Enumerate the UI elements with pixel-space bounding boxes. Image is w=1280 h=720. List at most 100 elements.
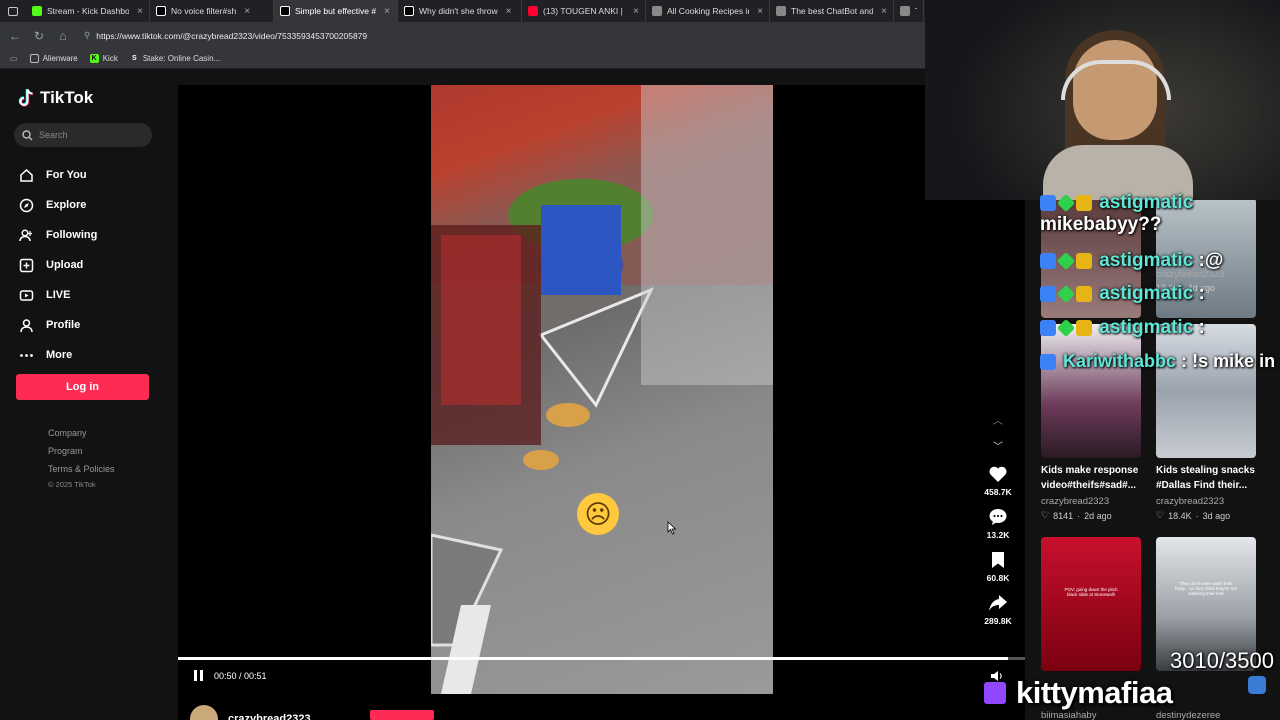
browser-tab[interactable]: Simple but effective # × (274, 0, 398, 22)
crown-badge-icon (1076, 319, 1092, 336)
tab-favicon-icon (280, 6, 290, 16)
site-info-icon[interactable]: ⚲ (84, 30, 90, 41)
related-title[interactable]: Kids make response video#theifs#sad#... (1041, 463, 1151, 493)
sidebar-item-profile[interactable]: Profile (18, 310, 97, 340)
next-video-icon[interactable]: ﹀ (991, 438, 1005, 453)
related-user[interactable]: biimasiahaby (1041, 710, 1096, 720)
login-button[interactable]: Log in (16, 374, 149, 400)
crown-badge-icon (1076, 194, 1092, 211)
share-count: 289.8K (984, 616, 1012, 626)
related-thumb-kids-snacks[interactable] (1156, 324, 1256, 458)
home-button-icon[interactable]: ⌂ (56, 29, 70, 43)
close-tab-icon[interactable]: × (633, 6, 639, 17)
previous-video-icon[interactable]: ︿ (991, 412, 1005, 427)
url-field[interactable]: ⚲ https://www.tiktok.com/@crazybread2323… (84, 30, 367, 41)
comment-icon (988, 507, 1008, 527)
sidebar-item-upload[interactable]: Upload (18, 250, 97, 280)
pause-icon[interactable] (194, 670, 204, 681)
tab-title: Stream - Kick Dashboa (47, 6, 130, 16)
kick-icon: K (89, 54, 99, 63)
sub-goal-counter: 3010/3500 (1170, 648, 1274, 673)
comment-count: 13.2K (986, 530, 1010, 540)
browser-tab[interactable]: All Cooking Recipes in × (646, 0, 770, 22)
browser-tab[interactable]: (13) TOUGEN ANKI | O × (522, 0, 646, 22)
comment-button[interactable]: 13.2K (986, 507, 1010, 540)
bookmark-stake[interactable]: S Stake: Online Casin... (130, 54, 220, 63)
heart-icon (988, 464, 1008, 484)
thumb-caption: POV: going down the pitch black slide at… (1064, 587, 1118, 597)
chat-message: astigmatic : (1040, 283, 1205, 305)
close-tab-icon[interactable]: × (244, 6, 250, 17)
crying-emoji-sticker: ☹ (577, 493, 619, 535)
tab-favicon-icon (652, 6, 662, 16)
like-count: 458.7K (984, 487, 1012, 497)
upload-icon (18, 257, 34, 273)
related-user[interactable]: crazybread2323 (1041, 496, 1109, 507)
mouse-cursor-icon (667, 521, 677, 535)
close-tab-icon[interactable]: × (137, 6, 143, 17)
reload-icon[interactable]: ↻ (32, 29, 46, 43)
tab-favicon-icon (156, 6, 166, 16)
chat-message: astigmatic :@ (1040, 250, 1223, 272)
avatar[interactable] (190, 705, 218, 720)
more-icon (18, 347, 34, 363)
sidebar-item-explore[interactable]: Explore (18, 190, 97, 220)
browser-tab-bar: Stream - Kick Dashboa × No voice filter#sh… (0, 0, 925, 22)
related-thumb-kids-response[interactable] (1041, 324, 1141, 458)
chat-message: Kariwithabbc : !s mike in here (1040, 351, 1280, 372)
sidebar-item-live[interactable]: LIVE (18, 280, 97, 310)
sidebar-item-following[interactable]: Following (18, 220, 97, 250)
like-button[interactable]: 458.7K (984, 464, 1012, 497)
close-tab-icon[interactable]: × (881, 6, 887, 17)
video-frame[interactable]: ☹ (431, 85, 773, 694)
video-progress-fill (178, 657, 1009, 660)
tab-favicon-icon (776, 6, 786, 16)
bookmark-kick[interactable]: K Kick (89, 54, 118, 63)
browser-tab[interactable]: The (894, 0, 924, 22)
footer-link-company[interactable]: Company (48, 428, 115, 446)
video-author[interactable]: crazybread2323 (190, 705, 311, 720)
sidebar-item-for-you[interactable]: For You (18, 160, 97, 190)
badge-icon (1040, 252, 1056, 269)
related-user[interactable]: destinydezeree (1156, 710, 1220, 720)
back-icon[interactable]: ← (8, 29, 22, 43)
browser-tab[interactable]: No voice filter#sh × (150, 0, 274, 22)
close-tab-icon[interactable]: × (384, 6, 390, 17)
share-button[interactable]: 289.8K (984, 593, 1012, 626)
related-meta: ♡ 18.4K · 3d ago (1156, 510, 1231, 521)
sidebar-item-more[interactable]: More (18, 340, 97, 370)
stream-handle-bar: kittymafiaa (984, 675, 1173, 711)
badge-icon (1056, 284, 1076, 304)
author-username: crazybread2323 (228, 713, 311, 720)
twitch-icon (984, 682, 1006, 704)
related-title[interactable]: Kids stealing snacks #Dallas Find their.… (1156, 463, 1266, 493)
related-user[interactable]: crazybread2323 (1156, 496, 1224, 507)
tab-search-icon[interactable] (0, 0, 26, 22)
video-progress-bar[interactable] (178, 657, 1025, 660)
webcam-overlay (925, 0, 1280, 200)
bookmark-button[interactable]: 60.8K (987, 550, 1009, 583)
search-input[interactable]: Search (14, 123, 152, 147)
badge-icon (1056, 318, 1076, 338)
heart-outline-icon: ♡ (1041, 510, 1050, 520)
tiktok-note-icon (18, 89, 34, 107)
footer-links: Company Program Terms & Policies (48, 428, 115, 482)
folder-icon (29, 54, 39, 63)
badge-icon (1056, 193, 1076, 213)
browser-tab[interactable]: Stream - Kick Dashboa × (26, 0, 150, 22)
browser-tab[interactable]: The best ChatBot and × (770, 0, 894, 22)
search-placeholder: Search (39, 130, 68, 140)
close-tab-icon[interactable]: × (757, 6, 763, 17)
tiktok-sidebar: TikTok Search For You Explore Following … (0, 70, 178, 720)
bookmarks-menu-icon[interactable]: ▭ (10, 54, 18, 63)
video-player[interactable]: ☹ 00:50 / 00:51 crazybread2323 (178, 85, 1025, 720)
tiktok-logo[interactable]: TikTok (18, 88, 93, 108)
follow-button[interactable] (370, 710, 434, 720)
stake-icon: S (131, 55, 137, 62)
bookmark-alienware[interactable]: Alienware (29, 54, 78, 63)
browser-tab[interactable]: Why didn't she throw × (398, 0, 522, 22)
tab-favicon-icon (528, 6, 538, 16)
footer-link-program[interactable]: Program (48, 446, 115, 464)
related-thumb-slide[interactable]: POV: going down the pitch black slide at… (1041, 537, 1141, 671)
close-tab-icon[interactable]: × (506, 6, 512, 17)
